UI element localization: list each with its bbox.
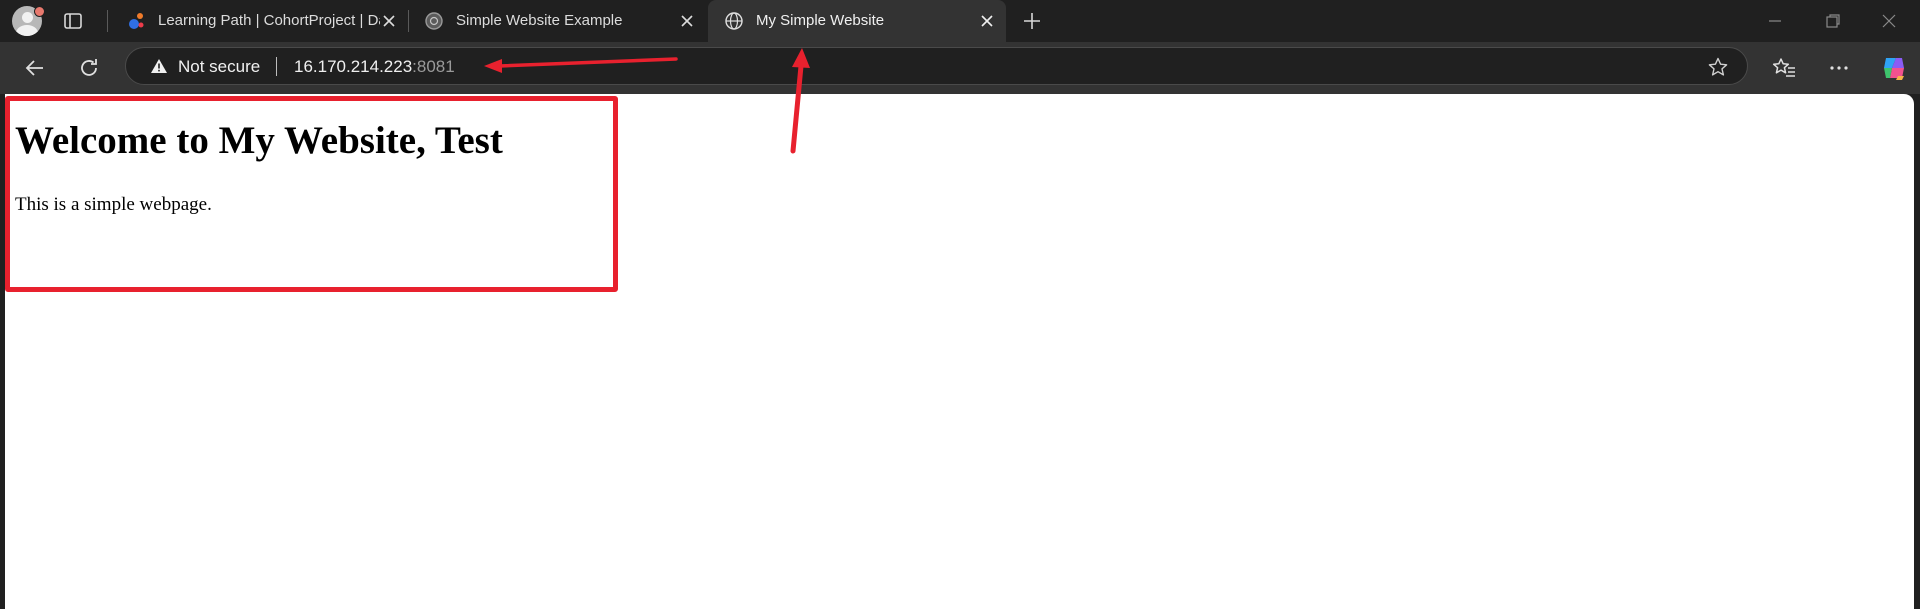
back-arrow-icon[interactable]: [22, 55, 48, 81]
favorites-icon[interactable]: [1771, 55, 1797, 81]
tab-simple-website-example[interactable]: Simple Website Example: [408, 0, 706, 42]
tab-separator: [107, 10, 108, 32]
close-window-icon[interactable]: [1878, 10, 1900, 32]
address-bar[interactable]: Not secure 16.170.214.223:8081: [125, 47, 1748, 85]
project-favicon-icon: [129, 13, 144, 29]
tab-title: My Simple Website: [756, 12, 885, 29]
more-options-icon[interactable]: [1826, 55, 1852, 81]
new-tab-icon[interactable]: [1021, 10, 1043, 32]
tab-actions-icon[interactable]: [62, 10, 84, 32]
profile-notification-dot: [34, 6, 45, 17]
tab-my-simple-website[interactable]: My Simple Website: [708, 0, 1006, 42]
tab-learning-path[interactable]: Learning Path | CohortProject | Da: [110, 0, 408, 42]
restore-icon[interactable]: [1822, 10, 1844, 32]
url-host: 16.170.214.223: [294, 57, 413, 76]
tab-bar: Learning Path | CohortProject | Da Simpl…: [0, 0, 1920, 42]
tab-title: Simple Website Example: [456, 12, 623, 29]
copilot-icon[interactable]: [1880, 54, 1908, 82]
browser-toolbar: Not secure 16.170.214.223:8081: [0, 42, 1920, 94]
security-label[interactable]: Not secure: [178, 57, 260, 77]
avatar-head: [22, 12, 33, 23]
globe-favicon-icon: [425, 12, 443, 30]
refresh-icon[interactable]: [76, 55, 102, 81]
minimize-icon[interactable]: [1764, 10, 1786, 32]
url-text[interactable]: 16.170.214.223:8081: [294, 57, 455, 77]
tab-title: Learning Path | CohortProject | Da: [158, 12, 380, 29]
avatar-body: [16, 25, 38, 36]
close-tab-icon[interactable]: [978, 12, 996, 30]
globe-favicon-icon: [725, 12, 743, 30]
address-separator: [276, 57, 277, 76]
star-icon[interactable]: [1707, 56, 1729, 78]
warning-icon[interactable]: [150, 58, 168, 74]
close-tab-icon[interactable]: [380, 12, 398, 30]
highlight-box: [5, 96, 618, 292]
url-port: :8081: [412, 57, 455, 76]
close-tab-icon[interactable]: [678, 12, 696, 30]
